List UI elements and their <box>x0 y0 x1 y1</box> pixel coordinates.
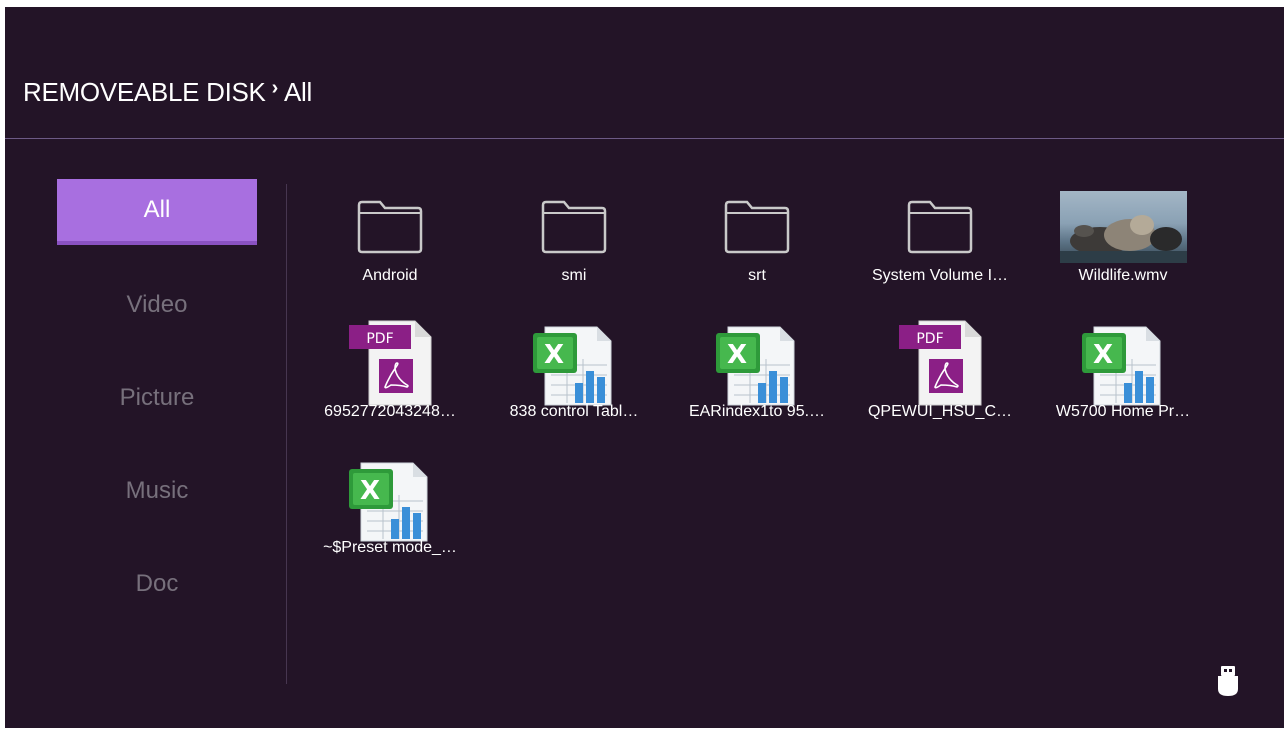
file-item-wildlife[interactable]: Wildlife.wmv <box>1038 183 1208 315</box>
file-item-system-volume[interactable]: System Volume I… <box>855 183 1025 315</box>
video-thumbnail <box>1038 183 1208 271</box>
file-name: 838 control Tabl… <box>509 403 639 420</box>
file-name: Wildlife.wmv <box>1078 267 1168 284</box>
svg-text:X: X <box>1093 340 1113 370</box>
file-browser-screen: REMOVEABLE DISK › All All Video Picture … <box>5 7 1284 728</box>
svg-text:X: X <box>360 476 380 506</box>
folder-icon <box>305 183 475 271</box>
file-name: ~$Preset mode_… <box>323 539 457 556</box>
file-name: srt <box>748 267 766 284</box>
breadcrumb-current: All <box>283 77 312 107</box>
pdf-icon: PDF <box>855 319 1025 407</box>
file-name: W5700 Home Pr… <box>1055 403 1191 420</box>
breadcrumb-separator: › <box>271 77 279 99</box>
excel-icon: X <box>1038 319 1208 407</box>
usb-drive-icon[interactable] <box>1216 665 1240 702</box>
folder-icon <box>672 183 842 271</box>
sidebar-item-music[interactable]: Music <box>57 458 257 524</box>
header: REMOVEABLE DISK › All <box>5 7 1284 139</box>
file-item-excel-1[interactable]: X 838 control Tabl… <box>489 319 659 451</box>
file-item-excel-3[interactable]: X W5700 Home Pr… <box>1038 319 1208 451</box>
category-sidebar: All Video Picture Music Doc <box>57 179 257 644</box>
file-name: System Volume I… <box>871 267 1009 284</box>
sidebar-item-label: Doc <box>135 570 179 597</box>
file-item-smi[interactable]: smi <box>489 183 659 315</box>
excel-icon: X <box>672 319 842 407</box>
sidebar-item-label: All <box>143 196 171 223</box>
breadcrumb: REMOVEABLE DISK › All <box>23 77 312 108</box>
file-name: Android <box>362 267 418 284</box>
folder-icon <box>489 183 659 271</box>
file-item-pdf-2[interactable]: PDF QPEWUI_HSU_C… <box>855 319 1025 451</box>
sidebar-divider <box>286 184 287 684</box>
sidebar-item-label: Music <box>125 477 189 504</box>
sidebar-item-doc[interactable]: Doc <box>57 551 257 617</box>
file-item-excel-4[interactable]: X ~$Preset mode_… <box>305 455 475 587</box>
pdf-badge-text: PDF <box>366 331 393 347</box>
svg-text:X: X <box>727 340 747 370</box>
excel-icon: X <box>305 455 475 543</box>
sidebar-item-video[interactable]: Video <box>57 272 257 338</box>
excel-icon: X <box>489 319 659 407</box>
file-name: QPEWUI_HSU_C… <box>867 403 1013 420</box>
file-name: EARindex1to 95.… <box>688 403 826 420</box>
file-item-excel-2[interactable]: X EARindex1to 95.… <box>672 319 842 451</box>
sidebar-item-picture[interactable]: Picture <box>57 365 257 431</box>
pdf-badge-text: PDF <box>916 331 943 347</box>
pdf-icon: PDF <box>305 319 475 407</box>
breadcrumb-root[interactable]: REMOVEABLE DISK <box>23 77 266 108</box>
svg-text:X: X <box>544 340 564 370</box>
file-item-android[interactable]: Android <box>305 183 475 315</box>
sidebar-item-label: Video <box>126 291 188 318</box>
folder-icon <box>855 183 1025 271</box>
file-name: smi <box>561 267 587 284</box>
sidebar-item-all[interactable]: All <box>57 179 257 245</box>
file-name: 6952772043248… <box>324 403 456 420</box>
file-item-srt[interactable]: srt <box>672 183 842 315</box>
file-item-pdf-1[interactable]: PDF 6952772043248… <box>305 319 475 451</box>
sidebar-item-label: Picture <box>119 384 195 411</box>
